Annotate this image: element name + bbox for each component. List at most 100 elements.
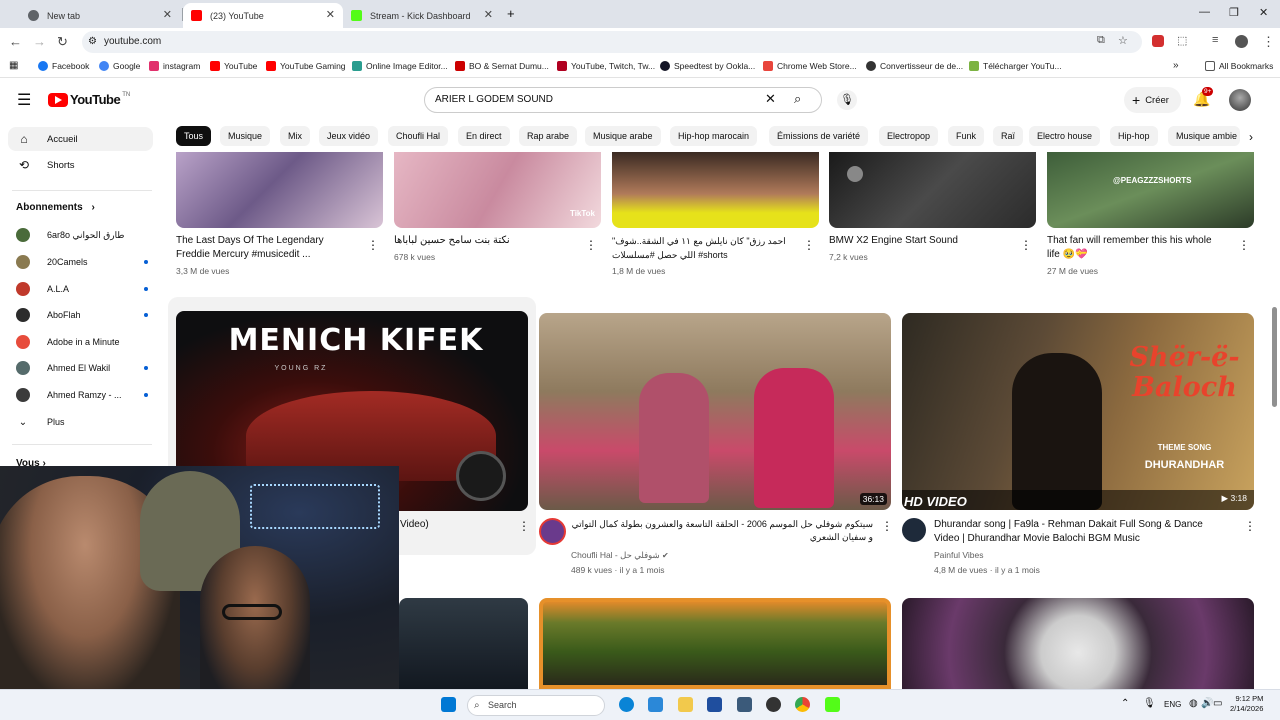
chip-tous[interactable]: Tous	[176, 126, 212, 146]
chip-musique-ambiente[interactable]: Musique ambie	[1168, 126, 1240, 146]
bookmark-convertisseur[interactable]: Convertisseur de de...	[866, 61, 963, 71]
tab-kick-dashboard[interactable]: Stream - Kick Dashboard ✕	[343, 3, 501, 28]
bookmark-bo-sernat[interactable]: BO & Sernat Dumu...	[455, 61, 549, 71]
bookmark-image-editor[interactable]: Online Image Editor...	[352, 61, 448, 71]
video-thumbnail[interactable]	[399, 598, 528, 689]
search-input[interactable]: ARIER L GODEM SOUND ✕ ⌕	[424, 87, 822, 113]
close-icon[interactable]: ✕	[326, 8, 335, 21]
bookmark-google[interactable]: Google	[99, 61, 140, 71]
channel-name[interactable]: Choufli Hal - شوفلي حل ✔	[571, 550, 669, 561]
tab-youtube[interactable]: (23) YouTube ✕	[183, 3, 343, 28]
short-thumbnail[interactable]	[612, 152, 819, 228]
video-title[interactable]: Dhurandar song | Fa9la - Rehman Dakait F…	[934, 518, 1226, 546]
app-icon[interactable]	[737, 697, 752, 712]
bookmark-facebook[interactable]: Facebook	[38, 61, 89, 71]
close-icon[interactable]: ✕	[163, 8, 172, 21]
bookmark-speedtest[interactable]: Speedtest by Ookla...	[660, 61, 755, 71]
more-options-icon[interactable]: ⋮	[367, 238, 379, 252]
page-scrollbar[interactable]	[1272, 307, 1277, 407]
sidebar-subscription[interactable]: AboFlah	[16, 305, 148, 325]
new-tab-button[interactable]: +	[507, 6, 515, 21]
bookmark-youtube-gaming[interactable]: YouTube Gaming	[266, 61, 346, 71]
media-icon[interactable]: ≡	[1212, 34, 1218, 46]
bookmark-telecharger[interactable]: Télécharger YouTu...	[969, 61, 1062, 71]
apps-grid-icon[interactable]: ▦	[9, 60, 18, 71]
chevron-right-icon[interactable]: ›	[1240, 126, 1262, 148]
chevron-up-icon[interactable]: ⌃	[1121, 698, 1129, 709]
all-bookmarks[interactable]: All Bookmarks	[1205, 61, 1273, 71]
battery-icon[interactable]: ▭	[1213, 698, 1222, 709]
sidebar-subscription[interactable]: Adobe in a Minute	[16, 332, 148, 352]
chrome-menu-icon[interactable]: ⋮	[1262, 34, 1275, 50]
tab-new-tab[interactable]: New tab ✕	[20, 3, 180, 28]
more-options-icon[interactable]: ⋮	[881, 519, 893, 533]
chip-jeux-video[interactable]: Jeux vidéo	[319, 126, 379, 146]
extensions-puzzle-icon[interactable]: ⬚	[1177, 34, 1187, 47]
clear-search-icon[interactable]: ✕	[765, 87, 776, 111]
youtube-logo[interactable]: YouTube TN	[48, 92, 130, 107]
short-thumbnail[interactable]	[176, 152, 383, 228]
notifications-button[interactable]: 🔔 9+	[1193, 87, 1214, 109]
short-thumbnail[interactable]	[829, 152, 1036, 228]
more-options-icon[interactable]: ⋮	[1244, 519, 1256, 533]
short-title[interactable]: BMW X2 Engine Start Sound	[829, 234, 1009, 248]
chip-emissions-variete[interactable]: Émissions de variété	[769, 126, 869, 146]
sidebar-subscription[interactable]: 6ar8o طارق الحواني	[16, 225, 148, 245]
sidebar-subscription[interactable]: 20Camels	[16, 252, 148, 272]
search-icon[interactable]: ⌕	[794, 87, 801, 111]
restore-icon[interactable]: ❐	[1229, 6, 1239, 19]
channel-avatar[interactable]	[902, 518, 926, 542]
more-options-icon[interactable]: ⋮	[585, 238, 597, 252]
short-thumbnail[interactable]: TikTok	[394, 152, 601, 228]
windows-start-icon[interactable]	[441, 697, 456, 712]
close-icon[interactable]: ✕	[484, 8, 493, 21]
clock[interactable]: 9:12 PM 2/14/2026	[1230, 694, 1263, 714]
voice-search-icon[interactable]: 🎙	[837, 90, 857, 110]
chip-electro-house[interactable]: Electro house	[1029, 126, 1101, 146]
sidebar-item-shorts[interactable]: ⟲ Shorts	[8, 153, 153, 177]
short-title[interactable]: The Last Days Of The Legendary Freddie M…	[176, 234, 356, 262]
profile-avatar[interactable]	[1235, 35, 1248, 48]
sidebar-more[interactable]: ⌄ Plus	[16, 412, 148, 432]
hamburger-menu-icon[interactable]: ☰	[17, 90, 31, 110]
chip-electropop[interactable]: Electropop	[879, 126, 939, 146]
close-window-icon[interactable]: ✕	[1259, 6, 1268, 19]
chip-rai[interactable]: Raï	[993, 126, 1024, 146]
chip-choufli-hal[interactable]: Choufli Hal	[388, 126, 449, 146]
sidebar-item-home[interactable]: ⌂ Accueil	[8, 127, 153, 151]
bookmark-instagram[interactable]: instagram	[149, 61, 200, 71]
chip-hip-hop-marocain[interactable]: Hip-hop marocain	[670, 126, 758, 146]
minimize-icon[interactable]: —	[1199, 6, 1210, 18]
more-options-icon[interactable]: ⋮	[803, 238, 815, 252]
bookmark-chrome-web-store[interactable]: Chrome Web Store...	[763, 61, 857, 71]
short-thumbnail[interactable]: @PEAGZZZSHORTS	[1047, 152, 1254, 228]
back-icon[interactable]: ←	[9, 34, 22, 49]
chrome-icon[interactable]	[795, 697, 810, 712]
forward-icon[interactable]: →	[33, 34, 46, 49]
bookmark-youtube[interactable]: YouTube	[210, 61, 257, 71]
sidebar-subscription[interactable]: Ahmed El Wakil	[16, 358, 148, 378]
volume-icon[interactable]: 🔊	[1201, 698, 1213, 709]
copilot-icon[interactable]	[648, 697, 663, 712]
kick-icon[interactable]	[825, 697, 840, 712]
more-options-icon[interactable]: ⋮	[1238, 238, 1250, 252]
chip-musique[interactable]: Musique	[220, 126, 271, 146]
site-info-icon[interactable]: ⚙	[88, 31, 97, 53]
short-title[interactable]: نكتة بنت سامح حسين لباباها	[394, 234, 574, 248]
edge-icon[interactable]	[619, 697, 634, 712]
chip-funk[interactable]: Funk	[948, 126, 985, 146]
video-title[interactable]: Video)	[400, 518, 429, 532]
bookmark-youtube-twitch[interactable]: YouTube, Twitch, Tw...	[557, 61, 655, 71]
create-button[interactable]: + Créer	[1124, 87, 1181, 113]
chip-hip-hop[interactable]: Hip-hop	[1110, 126, 1158, 146]
url-field[interactable]: ⚙ youtube.com	[82, 31, 1142, 53]
chip-rap-arabe[interactable]: Rap arabe	[519, 126, 578, 146]
sidebar-subscription[interactable]: Ahmed Ramzy - ...	[16, 385, 148, 405]
chip-musique-arabe[interactable]: Musique arabe	[585, 126, 661, 146]
short-title[interactable]: That fan will remember this his whole li…	[1047, 234, 1227, 262]
language-indicator[interactable]: ENG	[1164, 700, 1181, 709]
chip-mix[interactable]: Mix	[280, 126, 310, 146]
more-options-icon[interactable]: ⋮	[518, 519, 530, 533]
obs-icon[interactable]	[766, 697, 781, 712]
subscriptions-heading[interactable]: Abonnements ›	[16, 202, 95, 213]
